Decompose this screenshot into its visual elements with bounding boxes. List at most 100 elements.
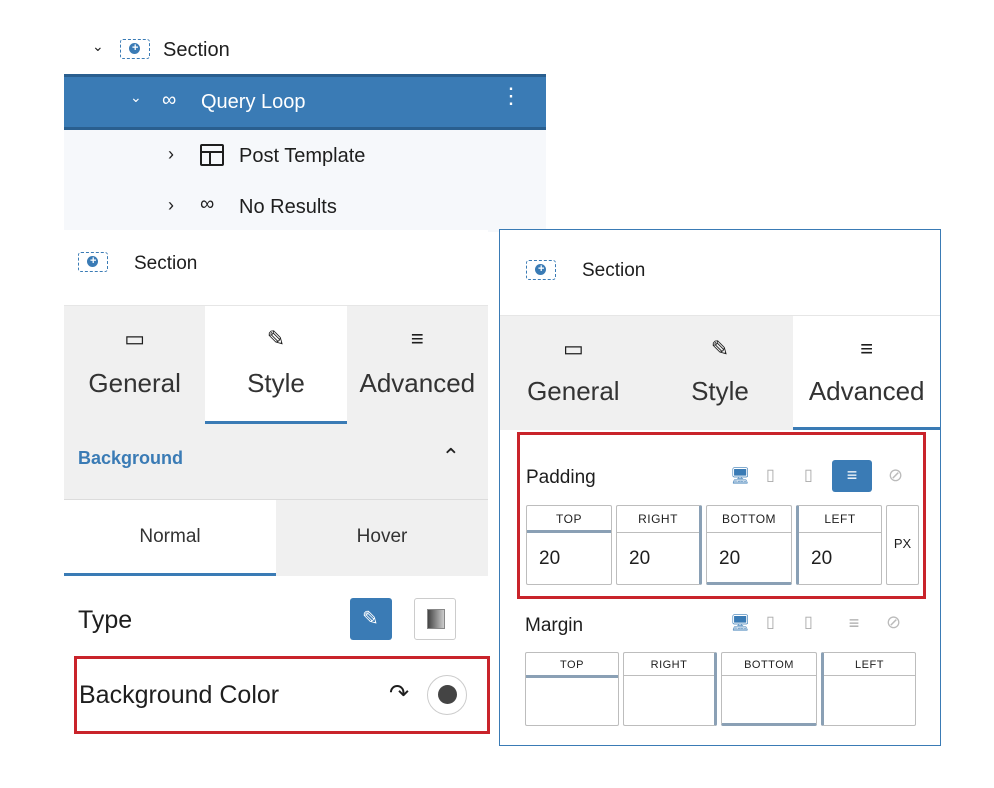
tree-item-label: Section	[163, 39, 230, 61]
padding-label: Padding	[526, 467, 596, 488]
loop-icon: ∞	[200, 193, 215, 215]
tab-label: Style	[247, 368, 305, 398]
tab-general[interactable]: ▭ General	[500, 316, 647, 430]
field-caption: RIGHT	[638, 512, 678, 526]
tab-advanced[interactable]: ≡ Advanced	[347, 306, 488, 424]
state-tabs: Normal Hover	[64, 500, 488, 576]
classic-type-button[interactable]: ✎	[350, 598, 392, 640]
tab-hover[interactable]: Hover	[276, 500, 488, 576]
gradient-type-button[interactable]	[414, 598, 456, 640]
field-caption: BOTTOM	[744, 659, 794, 671]
general-icon: ▭	[562, 336, 584, 361]
link-values-button[interactable]: ≡	[834, 608, 874, 640]
tab-label: Advanced	[808, 376, 925, 406]
unlink-icon[interactable]: ⊘	[886, 612, 901, 633]
tree-item-no-results[interactable]: › ∞ No Results	[64, 181, 546, 232]
padding-top-field[interactable]: TOP 20	[526, 505, 612, 585]
tab-normal[interactable]: Normal	[64, 500, 276, 576]
tablet-icon[interactable]: ▯	[766, 465, 775, 485]
background-color-row: Background Color ↷	[74, 656, 490, 734]
chevron-right-icon[interactable]: ›	[168, 195, 174, 216]
background-type-row: Type ✎	[64, 576, 488, 656]
background-color-label: Background Color	[79, 681, 280, 709]
chevron-down-icon[interactable]: ⌄	[92, 38, 104, 55]
brush-icon: ✎	[710, 336, 730, 361]
section-icon: +	[120, 39, 150, 59]
sliders-icon: ≡	[860, 336, 874, 361]
margin-label: Margin	[525, 615, 584, 636]
margin-bottom-field[interactable]: BOTTOM	[721, 652, 817, 726]
reset-icon[interactable]: ↷	[389, 679, 409, 708]
link-values-button[interactable]: ≡	[832, 460, 872, 492]
tree-item-query-loop[interactable]: ⌄ ∞ Query Loop ⋮	[64, 74, 546, 130]
section-icon: +	[526, 260, 556, 280]
settings-tabs: ▭ General ✎ Style ≡ Advanced	[64, 306, 488, 424]
margin-left-field[interactable]: LEFT	[821, 652, 916, 726]
tree-item-label: Query Loop	[201, 91, 306, 113]
tree-item-post-template[interactable]: › Post Template	[64, 130, 546, 181]
unlink-icon[interactable]: ⊘	[888, 465, 903, 486]
left-settings-panel: + Section ▭ General ✎ Style ≡ Advanced B…	[64, 230, 488, 656]
chevron-down-icon[interactable]: ⌄	[130, 89, 142, 106]
block-tree: ⌄ + Section ⌄ ∞ Query Loop ⋮ › Post Temp…	[64, 24, 546, 232]
field-caption: BOTTOM	[721, 512, 777, 526]
tab-general[interactable]: ▭ General	[64, 306, 205, 424]
mobile-icon[interactable]: ▯	[804, 612, 813, 632]
desktop-icon[interactable]: 🖥	[730, 613, 750, 633]
background-heading: Background	[78, 448, 184, 468]
margin-top-field[interactable]: TOP	[525, 652, 619, 726]
field-caption: TOP	[560, 659, 584, 671]
section-icon: +	[78, 252, 108, 272]
tab-label: Normal	[139, 526, 201, 547]
field-value[interactable]: 20	[539, 548, 560, 570]
tab-style[interactable]: ✎ Style	[205, 306, 347, 424]
tab-label: Advanced	[359, 368, 476, 398]
padding-bottom-field[interactable]: BOTTOM 20	[706, 505, 792, 585]
tab-label: General	[527, 376, 620, 406]
background-section-header[interactable]: Background ⌃	[64, 424, 488, 500]
chevron-up-icon[interactable]: ⌃	[442, 444, 460, 470]
tab-label: General	[88, 368, 181, 398]
field-caption: LEFT	[824, 512, 856, 526]
panel-header: + Section	[64, 230, 488, 306]
tab-label: Hover	[356, 526, 408, 547]
chevron-right-icon[interactable]: ›	[168, 144, 174, 165]
brush-icon: ✎	[362, 608, 379, 630]
field-caption: RIGHT	[650, 659, 688, 671]
unit-selector[interactable]: PX	[886, 505, 919, 585]
sliders-icon: ≡	[410, 326, 424, 351]
template-icon	[200, 144, 224, 166]
field-caption: LEFT	[855, 659, 884, 671]
margin-right-field[interactable]: RIGHT	[623, 652, 717, 726]
margin-control: Margin 🖥 ▯ ▯ ≡ ⊘ TOP RIGHT BOTTOM LEFT	[520, 605, 920, 735]
padding-left-field[interactable]: LEFT 20	[796, 505, 882, 585]
field-caption: TOP	[556, 512, 582, 526]
loop-icon: ∞	[162, 89, 177, 111]
padding-right-field[interactable]: RIGHT 20	[616, 505, 702, 585]
field-value[interactable]: 20	[719, 548, 740, 570]
unit-label: PX	[893, 536, 912, 551]
tree-item-section[interactable]: ⌄ + Section	[64, 24, 546, 74]
tab-label: Style	[691, 376, 749, 406]
gradient-icon	[427, 609, 445, 629]
more-options-icon[interactable]: ⋮	[500, 85, 522, 107]
global-color-button[interactable]	[427, 675, 467, 715]
tablet-icon[interactable]: ▯	[766, 612, 775, 632]
padding-control: Padding 🖥 ▯ ▯ ≡ ⊘ TOP 20 RIGHT 20 BOTTOM…	[517, 432, 926, 599]
general-icon: ▭	[124, 326, 146, 351]
panel-header: + Section	[500, 230, 940, 316]
field-value[interactable]: 20	[629, 548, 650, 570]
tab-advanced[interactable]: ≡ Advanced	[793, 316, 941, 430]
tree-item-label: No Results	[239, 196, 337, 218]
field-value[interactable]: 20	[811, 548, 832, 570]
brush-icon: ✎	[266, 326, 286, 351]
globe-icon	[438, 685, 457, 704]
panel-title: Section	[582, 260, 646, 281]
settings-tabs: ▭ General ✎ Style ≡ Advanced	[500, 316, 941, 430]
mobile-icon[interactable]: ▯	[804, 465, 813, 485]
tab-style[interactable]: ✎ Style	[647, 316, 794, 430]
tree-item-label: Post Template	[239, 145, 366, 167]
desktop-icon[interactable]: 🖥	[730, 466, 750, 486]
type-label: Type	[78, 606, 133, 634]
panel-title: Section	[134, 253, 198, 274]
